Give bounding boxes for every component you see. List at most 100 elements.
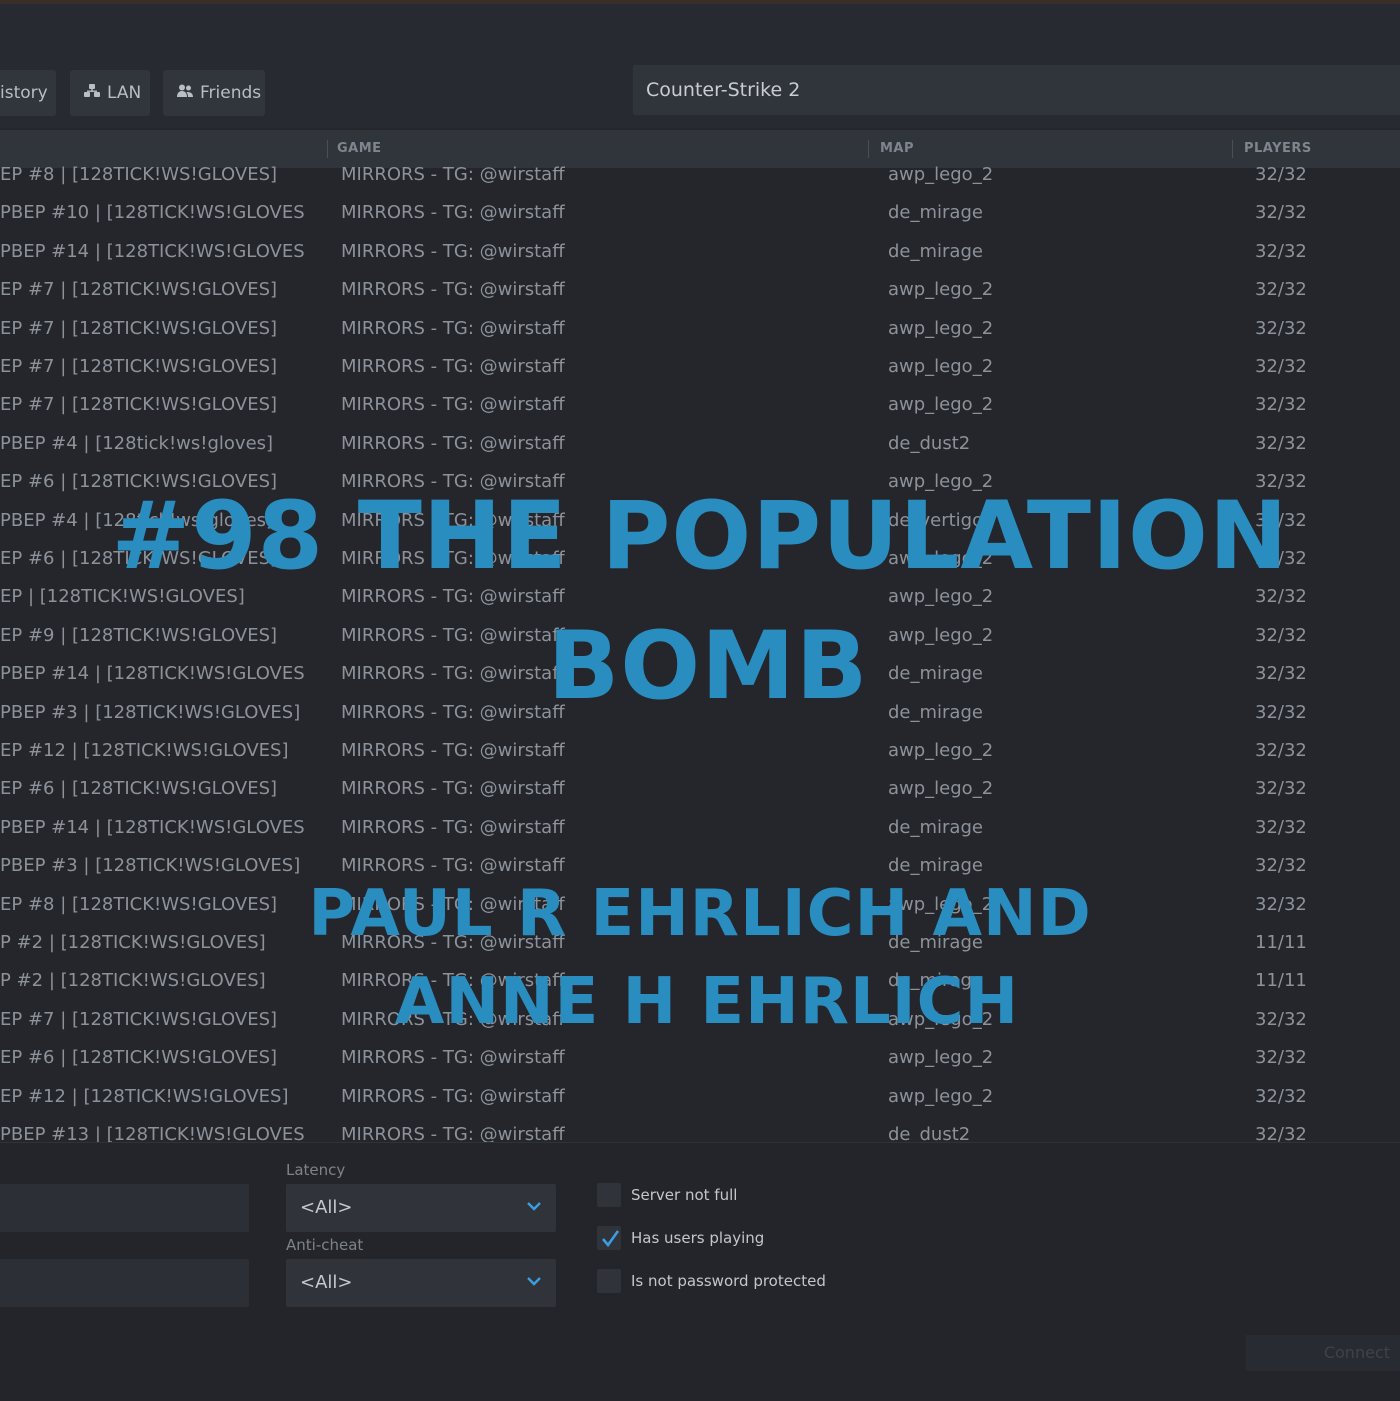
anticheat-label: Anti-cheat (286, 1236, 364, 1254)
checkmark-icon (602, 1230, 620, 1248)
server-game: MIRRORS - TG: @wirstaff (341, 778, 565, 800)
tab-friends-label: Friends (200, 83, 262, 103)
server-game: MIRRORS - TG: @wirstaff (341, 1124, 565, 1142)
server-row[interactable]: EP #12 | [128TICK!WS!GLOVES] MIRRORS - TG… (0, 732, 1400, 770)
server-players: 32/32 (1255, 164, 1307, 185)
server-game: MIRRORS - TG: @wirstaff (341, 164, 565, 185)
server-players: 32/32 (1255, 1124, 1307, 1142)
server-players: 32/32 (1255, 1047, 1307, 1069)
server-players: 32/32 (1255, 1085, 1307, 1107)
server-game: MIRRORS - TG: @wirstaff (341, 240, 565, 262)
server-map: de_mirage (888, 816, 983, 838)
anticheat-select[interactable]: <All> (286, 1259, 556, 1307)
anticheat-select-value: <All> (300, 1272, 353, 1293)
server-map: de_dust2 (888, 1124, 971, 1142)
server-row[interactable]: EP #6 | [128TICK!WS!GLOVES] MIRRORS - TG:… (0, 770, 1400, 808)
server-name: PBEP #13 | [128TICK!WS!GLOVES (0, 1124, 305, 1142)
server-game: MIRRORS - TG: @wirstaff (341, 816, 565, 838)
episode-title-line-1: #98 THE POPULATION (111, 482, 1289, 591)
server-map: awp_lego_2 (888, 279, 994, 301)
server-name: PBEP #14 | [128TICK!WS!GLOVES (0, 240, 305, 262)
server-game: MIRRORS - TG: @wirstaff (341, 740, 565, 761)
game-filter-input[interactable]: Counter-Strike 2 (633, 65, 1400, 115)
server-game: MIRRORS - TG: @wirstaff (341, 1047, 565, 1069)
server-row[interactable]: EP #6 | [128TICK!WS!GLOVES] MIRRORS - TG:… (0, 1039, 1400, 1077)
server-row[interactable]: EP #7 | [128TICK!WS!GLOVES] MIRRORS - TG:… (0, 386, 1400, 424)
server-map: awp_lego_2 (888, 1085, 994, 1107)
server-not-full-label: Server not full (631, 1186, 738, 1204)
server-game: MIRRORS - TG: @wirstaff (341, 432, 565, 454)
server-row[interactable]: PBEP #10 | [128TICK!WS!GLOVES MIRRORS - T… (0, 194, 1400, 232)
has-users-playing-checkbox[interactable] (597, 1226, 621, 1250)
not-password-protected-label: Is not password protected (631, 1272, 826, 1290)
server-map: awp_lego_2 (888, 317, 994, 339)
server-game: MIRRORS - TG: @wirstaff (341, 394, 565, 416)
server-row[interactable]: PBEP #14 | [128TICK!WS!GLOVES MIRRORS - T… (0, 233, 1400, 271)
server-name: EP #6 | [128TICK!WS!GLOVES] (0, 778, 278, 800)
server-row[interactable]: EP #8 | [128TICK!WS!GLOVES] MIRRORS - TG:… (0, 156, 1400, 194)
server-game: MIRRORS - TG: @wirstaff (341, 317, 565, 339)
server-players: 32/32 (1255, 432, 1307, 454)
server-name: EP #7 | [128TICK!WS!GLOVES] (0, 356, 278, 377)
server-map: awp_lego_2 (888, 394, 994, 416)
server-game: MIRRORS - TG: @wirstaff (341, 279, 565, 301)
server-name: EP #12 | [128TICK!WS!GLOVES] (0, 1085, 289, 1107)
server-name: PBEP #4 | [128tick!ws!gloves] (0, 432, 274, 454)
latency-select[interactable]: <All> (286, 1184, 556, 1232)
server-row[interactable]: EP #7 | [128TICK!WS!GLOVES] MIRRORS - TG:… (0, 271, 1400, 309)
server-not-full-checkbox[interactable] (597, 1183, 621, 1207)
server-map: awp_lego_2 (888, 1047, 994, 1069)
server-players: 32/32 (1255, 740, 1307, 761)
has-users-playing-label: Has users playing (631, 1229, 765, 1247)
server-game: MIRRORS - TG: @wirstaff (341, 1085, 565, 1107)
server-name: PBEP #10 | [128TICK!WS!GLOVES (0, 202, 305, 224)
server-players: 32/32 (1255, 279, 1307, 301)
server-map: de_dust2 (888, 432, 971, 454)
server-name: EP #6 | [128TICK!WS!GLOVES] (0, 1047, 278, 1069)
server-map: awp_lego_2 (888, 778, 994, 800)
server-name: EP #12 | [128TICK!WS!GLOVES] (0, 740, 289, 761)
server-players: 32/32 (1255, 394, 1307, 416)
latency-label: Latency (286, 1161, 346, 1179)
chevron-down-icon (527, 1202, 541, 1211)
server-name: EP #7 | [128TICK!WS!GLOVES] (0, 317, 278, 339)
latency-select-value: <All> (300, 1197, 353, 1218)
author-line-1: PAUL R EHRLICH AND (308, 877, 1092, 951)
tab-lan-label: LAN (107, 83, 142, 103)
server-name: EP #8 | [128TICK!WS!GLOVES] (0, 164, 278, 185)
server-row[interactable]: PBEP #13 | [128TICK!WS!GLOVES MIRRORS - T… (0, 1116, 1400, 1142)
friends-icon (177, 70, 193, 116)
episode-title-line-2: BOMB (547, 612, 869, 721)
server-map: awp_lego_2 (888, 740, 994, 761)
server-row[interactable]: EP #12 | [128TICK!WS!GLOVES] MIRRORS - TG… (0, 1078, 1400, 1116)
server-map: de_mirage (888, 240, 983, 262)
server-name: EP #7 | [128TICK!WS!GLOVES] (0, 394, 278, 416)
tab-lan[interactable]: LAN (70, 70, 150, 116)
not-password-protected-checkbox[interactable] (597, 1269, 621, 1293)
server-players: 32/32 (1255, 816, 1307, 838)
server-name: EP #7 | [128TICK!WS!GLOVES] (0, 279, 278, 301)
server-row[interactable]: PBEP #14 | [128TICK!WS!GLOVES MIRRORS - T… (0, 809, 1400, 847)
toolbar: istory LAN Friends Counter-Strike 2 (0, 4, 1400, 128)
server-map: awp_lego_2 (888, 164, 994, 185)
server-row[interactable]: EP #7 | [128TICK!WS!GLOVES] MIRRORS - TG:… (0, 348, 1400, 386)
tab-history-label: istory (0, 83, 48, 103)
server-map: de_mirage (888, 202, 983, 224)
tab-friends[interactable]: Friends (163, 70, 265, 116)
lan-icon (84, 70, 100, 116)
server-players: 32/32 (1255, 778, 1307, 800)
tab-history[interactable]: istory (0, 70, 56, 116)
server-row[interactable]: EP #7 | [128TICK!WS!GLOVES] MIRRORS - TG:… (0, 310, 1400, 348)
filter-text-field[interactable] (0, 1259, 249, 1307)
connect-button[interactable]: Connect (1246, 1335, 1400, 1371)
server-map: awp_lego_2 (888, 356, 994, 377)
server-game: MIRRORS - TG: @wirstaff (341, 356, 565, 377)
filter-text-field[interactable] (0, 1184, 249, 1232)
server-players: 32/32 (1255, 240, 1307, 262)
server-name: PBEP #14 | [128TICK!WS!GLOVES (0, 816, 305, 838)
chevron-down-icon (527, 1277, 541, 1286)
server-players: 32/32 (1255, 317, 1307, 339)
server-players: 32/32 (1255, 202, 1307, 224)
server-row[interactable]: PBEP #4 | [128tick!ws!gloves] MIRRORS - T… (0, 425, 1400, 463)
server-game: MIRRORS - TG: @wirstaff (341, 202, 565, 224)
